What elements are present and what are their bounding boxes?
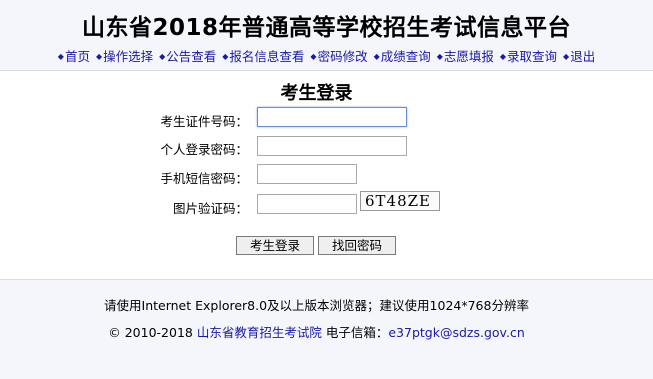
browser-note: 请使用Internet Explorer8.0及以上版本浏览器；建议使用1024… xyxy=(104,298,529,313)
recover-password-button[interactable]: 找回密码 xyxy=(318,236,396,255)
nav-item-label: 志愿填报 xyxy=(443,49,494,64)
diamond-bullet-icon: ◆ xyxy=(159,52,166,61)
footer: 请使用Internet Explorer8.0及以上版本浏览器；建议使用1024… xyxy=(0,280,653,379)
nav-item-admission-query[interactable]: ◆录取查询 xyxy=(500,49,557,64)
login-title: 考生登录 xyxy=(280,83,353,104)
nav-item-announcements[interactable]: ◆公告查看 xyxy=(159,49,216,64)
diamond-bullet-icon: ◆ xyxy=(57,52,64,61)
sms-password-input[interactable] xyxy=(257,164,357,184)
captcha-input[interactable] xyxy=(257,194,357,214)
nav-item-application-fill[interactable]: ◆志愿填报 xyxy=(437,49,494,64)
login-button[interactable]: 考生登录 xyxy=(236,236,314,255)
site-title: 山东省2018年普通高等学校招生考试信息平台 xyxy=(81,15,571,41)
nav-item-label: 首页 xyxy=(64,49,90,64)
captcha-image[interactable]: 6T48ZE xyxy=(360,191,440,211)
id-number-label: 考生证件号码： xyxy=(160,114,248,129)
nav-item-label: 录取查询 xyxy=(507,49,558,64)
login-password-input[interactable] xyxy=(257,136,407,156)
nav-item-registration-info[interactable]: ◆报名信息查看 xyxy=(222,49,304,64)
email-link[interactable]: e37ptgk@sdzs.gov.cn xyxy=(388,325,524,340)
nav-item-label: 公告查看 xyxy=(166,49,217,64)
nav-item-operation-select[interactable]: ◆操作选择 xyxy=(96,49,153,64)
copyright-text: © 2010-2018 xyxy=(108,325,193,340)
email-label: 电子信箱： xyxy=(325,325,389,340)
diamond-bullet-icon: ◆ xyxy=(563,52,570,61)
nav-bar: ◆首页 ◆操作选择 ◆公告查看 ◆报名信息查看 ◆密码修改 ◆成绩查询 ◆志愿填… xyxy=(0,46,653,65)
nav-item-label: 成绩查询 xyxy=(380,49,431,64)
diamond-bullet-icon: ◆ xyxy=(95,52,103,61)
nav-item-score-query[interactable]: ◆成绩查询 xyxy=(374,49,431,64)
org-link[interactable]: 山东省教育招生考试院 xyxy=(197,325,322,340)
nav-item-label: 密码修改 xyxy=(317,49,368,64)
nav-item-home[interactable]: ◆首页 xyxy=(58,49,90,64)
diamond-bullet-icon: ◆ xyxy=(436,52,443,61)
nav-item-change-password[interactable]: ◆密码修改 xyxy=(310,49,367,64)
diamond-bullet-icon: ◆ xyxy=(310,52,317,61)
diamond-bullet-icon: ◆ xyxy=(222,52,229,61)
nav-item-label: 操作选择 xyxy=(103,49,154,64)
diamond-bullet-icon: ◆ xyxy=(499,52,507,61)
login-password-label: 个人登录密码： xyxy=(160,142,248,157)
header-divider xyxy=(0,70,653,71)
id-number-input[interactable] xyxy=(257,107,407,127)
nav-item-logout[interactable]: ◆退出 xyxy=(563,49,595,64)
nav-item-label: 退出 xyxy=(570,49,596,64)
sms-password-label: 手机短信密码： xyxy=(160,171,248,186)
nav-item-label: 报名信息查看 xyxy=(229,49,305,64)
header: 山东省2018年普通高等学校招生考试信息平台 ◆首页 ◆操作选择 ◆公告查看 ◆… xyxy=(0,0,653,70)
diamond-bullet-icon: ◆ xyxy=(373,52,380,61)
copyright-line: © 2010-2018 山东省教育招生考试院 电子信箱：e37ptgk@sdzs… xyxy=(0,322,633,341)
captcha-label: 图片验证码： xyxy=(172,201,248,216)
